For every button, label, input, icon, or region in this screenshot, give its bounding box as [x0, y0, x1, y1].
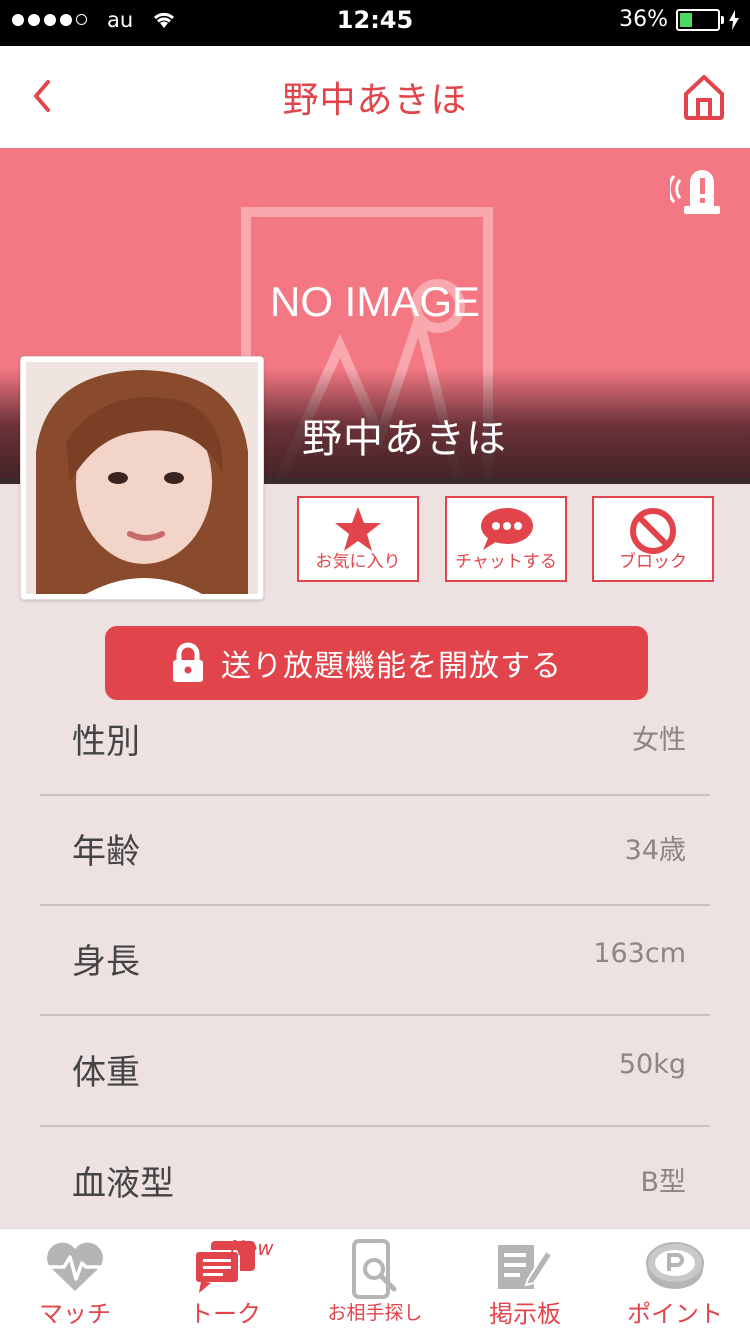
profile-value: 女性 [632, 725, 686, 756]
profile-value: 50kg [618, 1049, 686, 1080]
block-icon [630, 508, 676, 554]
alert-siren-icon [667, 170, 720, 214]
battery-icon [676, 8, 724, 31]
tab-label: お相手探し [327, 1302, 423, 1324]
tab-label: ポイント [627, 1300, 723, 1328]
lock-icon [173, 642, 203, 682]
avatar-photo [26, 362, 258, 594]
profile-key: 性別 [72, 722, 140, 762]
profile-row-height: 身長 163cm [40, 906, 710, 1016]
charging-bolt-icon [729, 9, 739, 30]
page-title: 野中あきほ [282, 80, 468, 121]
chevron-left-icon [34, 80, 50, 112]
home-icon [684, 75, 724, 120]
tab-talk[interactable]: トーク [150, 1229, 300, 1335]
profile-row-gender: 性別 女性 [40, 686, 710, 796]
point-coin-icon [646, 1242, 704, 1289]
tab-bar: マッチ トーク お相手探し 掲示板 ポイント [0, 1228, 750, 1335]
avatar[interactable] [20, 356, 264, 600]
phone-search-icon [352, 1239, 397, 1299]
battery-percent: 36% [619, 7, 668, 32]
profile-value: 163cm [593, 938, 686, 969]
profile-row-age: 年齢 34歳 [40, 796, 710, 906]
banner-user-name: 野中あきほ [302, 416, 507, 462]
board-pen-icon [498, 1245, 554, 1289]
tab-label: トーク [189, 1300, 261, 1328]
tab-search[interactable]: お相手探し [300, 1229, 450, 1335]
chat-button[interactable]: チャットする [445, 496, 567, 582]
tab-points[interactable]: ポイント [600, 1229, 750, 1335]
nav-header: 野中あきほ [0, 46, 750, 148]
tab-label: 掲示板 [489, 1300, 561, 1328]
profile-key: 体重 [72, 1053, 140, 1093]
status-right: 36% [619, 7, 740, 32]
block-button[interactable]: ブロック [592, 496, 714, 582]
report-button[interactable] [667, 158, 732, 216]
profile-key: 年齢 [72, 832, 140, 872]
tab-label: マッチ [39, 1300, 111, 1328]
favorite-button[interactable]: お気に入り [297, 496, 419, 582]
home-button[interactable] [682, 72, 726, 122]
back-button[interactable] [26, 74, 66, 118]
profile-key: 身長 [72, 942, 140, 982]
profile-row-weight: 体重 50kg [40, 1017, 710, 1127]
status-bar: au 12:45 36% [0, 0, 750, 46]
star-icon [335, 507, 381, 551]
heartbeat-icon [46, 1242, 104, 1291]
tab-board[interactable]: 掲示板 [450, 1229, 600, 1335]
chat-bubble-icon [481, 508, 533, 550]
profile-value: 34歳 [624, 835, 686, 866]
no-image-text: NO IMAGE [269, 278, 481, 325]
tab-match[interactable]: マッチ [0, 1229, 150, 1335]
profile-row-blood-type: 血液型 B型 [40, 1128, 710, 1238]
unlock-label: 送り放題機能を開放する [221, 649, 562, 684]
profile-key: 血液型 [72, 1164, 174, 1204]
new-badge: New [230, 1236, 274, 1260]
profile-value: B型 [640, 1167, 686, 1198]
